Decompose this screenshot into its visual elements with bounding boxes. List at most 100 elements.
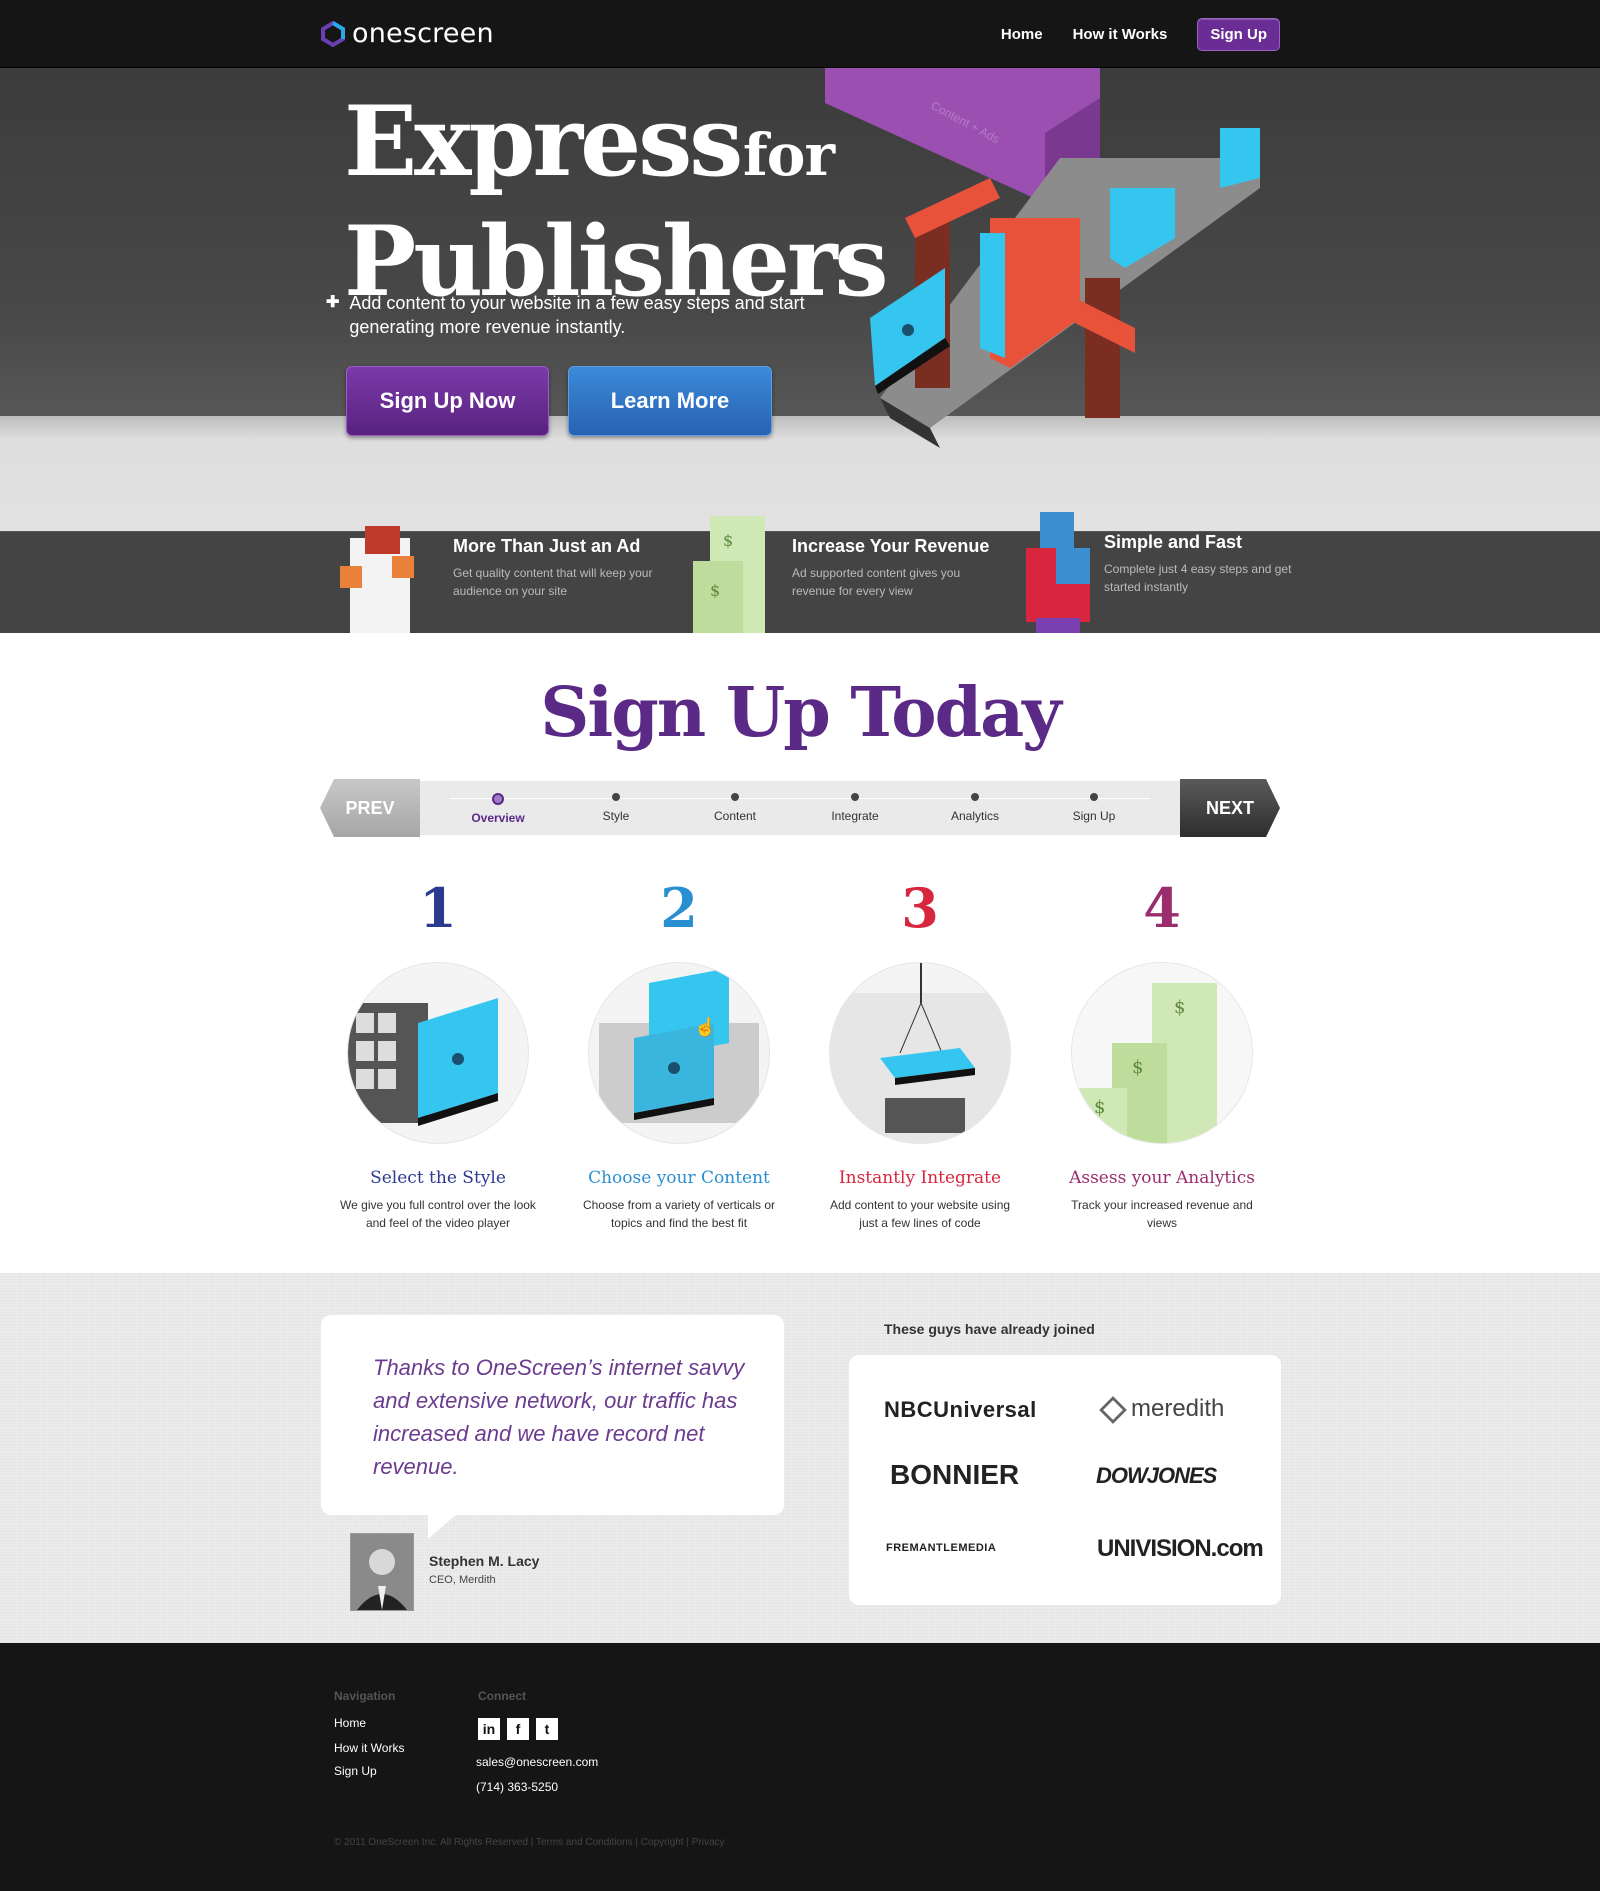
step-sign-up[interactable]: Sign Up bbox=[1044, 793, 1144, 823]
cyan-box-far bbox=[1220, 128, 1260, 188]
feature-title: Simple and Fast bbox=[1104, 532, 1243, 552]
footer-signup-link[interactable]: Sign Up bbox=[334, 1764, 377, 1778]
logo-fremantlemedia[interactable]: FREMANTLEMEDIA bbox=[886, 1542, 996, 1554]
twitter-icon[interactable]: t bbox=[536, 1718, 558, 1740]
learn-more-button[interactable]: Learn More bbox=[568, 366, 772, 436]
footer-phone: (714) 363-5250 bbox=[476, 1780, 559, 1794]
step-label: Overview bbox=[471, 811, 525, 825]
logo-meredith-text: meredith bbox=[1131, 1395, 1225, 1422]
hero-title-express: Express bbox=[344, 85, 743, 198]
footer-home-link[interactable]: Home bbox=[334, 1716, 366, 1730]
avatar bbox=[350, 1533, 414, 1611]
step-text: Choose from a variety of verticals or to… bbox=[582, 1198, 776, 1230]
step-dot bbox=[971, 793, 979, 801]
step-title: Select the Style bbox=[370, 1168, 506, 1188]
feature-increase-revenue: $ $ Increase Your Revenue Ad supported c… bbox=[690, 516, 1020, 633]
partners-heading: These guys have already joined bbox=[884, 1321, 1095, 1337]
feature-text: Complete just 4 easy steps and get start… bbox=[1104, 562, 1292, 594]
step-dot bbox=[612, 793, 620, 801]
step-track: Overview Style Content Integrate Analyti… bbox=[420, 781, 1180, 835]
step-dot bbox=[851, 793, 859, 801]
step-analytics[interactable]: Analytics bbox=[925, 793, 1025, 823]
step-title: Assess your Analytics bbox=[1069, 1168, 1255, 1188]
step-dot bbox=[492, 793, 504, 805]
step-label: Style bbox=[602, 809, 630, 823]
nav-home-link[interactable]: Home bbox=[1001, 26, 1043, 43]
feature-text: Ad supported content gives you revenue f… bbox=[792, 566, 961, 598]
partner-logos: NBCUniversal meredith BONNIER DOWJONES F… bbox=[849, 1355, 1281, 1605]
integrate-illustration bbox=[829, 962, 1011, 1144]
onescreen-logo-icon bbox=[321, 20, 345, 47]
feature-text: Get quality content that will keep your … bbox=[453, 566, 653, 598]
testimonial-role: CEO, Merdith bbox=[429, 1574, 496, 1586]
nav-how-it-works-link[interactable]: How it Works bbox=[1073, 26, 1168, 43]
step-title: Choose your Content bbox=[588, 1168, 770, 1188]
content-illustration: ☝ bbox=[588, 962, 770, 1144]
linkedin-icon[interactable]: in bbox=[478, 1718, 500, 1740]
footer-legal: © 2011 OneScreen Inc. All Rights Reserve… bbox=[334, 1837, 725, 1848]
step-dot bbox=[1090, 793, 1098, 801]
logo-meredith[interactable]: meredith bbox=[1099, 1395, 1224, 1424]
testimonial-band bbox=[0, 1273, 1600, 1643]
conveyor-illustration: Content + Ads bbox=[825, 68, 1260, 448]
step-content[interactable]: Content bbox=[685, 793, 785, 823]
money-stack-icon: $ $ bbox=[693, 516, 765, 633]
how-step-2: 2 ☝ Choose your Content Choose from a va… bbox=[559, 878, 799, 1232]
prev-button[interactable]: PREV bbox=[320, 779, 420, 837]
footer-how-it-works-link[interactable]: How it Works bbox=[334, 1741, 404, 1755]
abc-blocks-icon bbox=[1026, 512, 1090, 633]
step-overview[interactable]: Overview bbox=[448, 793, 548, 825]
plus-icon: ✚ bbox=[326, 294, 340, 311]
feature-title: Increase Your Revenue bbox=[792, 536, 990, 556]
step-label: Analytics bbox=[950, 809, 1000, 823]
hero-floor bbox=[0, 416, 1600, 531]
logo-bonnier[interactable]: BONNIER bbox=[890, 1459, 1019, 1491]
step-text: Track your increased revenue and views bbox=[1071, 1198, 1253, 1230]
step-title: Instantly Integrate bbox=[838, 1168, 1002, 1188]
svg-text:$: $ bbox=[1132, 1057, 1143, 1078]
logo-univision[interactable]: UNIVISION.com bbox=[1097, 1535, 1264, 1563]
signup-title: Sign Up Today bbox=[540, 673, 1061, 753]
step-label: Integrate bbox=[831, 809, 879, 823]
style-illustration bbox=[347, 962, 529, 1144]
brand-name: onescreen bbox=[352, 18, 494, 49]
how-step-1: 1 Select the Style We give you full cont… bbox=[318, 878, 558, 1232]
hero-description-text: Add content to your website in a few eas… bbox=[349, 293, 805, 337]
facebook-icon[interactable]: f bbox=[507, 1718, 529, 1740]
step-style[interactable]: Style bbox=[566, 793, 666, 823]
footer bbox=[0, 1643, 1600, 1891]
nav-signup-button[interactable]: Sign Up bbox=[1197, 18, 1280, 51]
footer-connect-heading: Connect bbox=[478, 1689, 526, 1703]
feature-simple-fast: Simple and Fast Complete just 4 easy ste… bbox=[1022, 512, 1322, 633]
main-nav: Home How it Works Sign Up bbox=[1001, 18, 1280, 51]
step-label: Content bbox=[713, 809, 757, 823]
sign-up-now-button[interactable]: Sign Up Now bbox=[346, 366, 549, 436]
step-number: 1 bbox=[419, 876, 457, 940]
step-dot bbox=[731, 793, 739, 801]
next-button[interactable]: NEXT bbox=[1180, 779, 1280, 837]
step-number: 2 bbox=[660, 876, 698, 940]
feature-more-than-ad: More Than Just an Ad Get quality content… bbox=[330, 516, 660, 633]
footer-nav-heading: Navigation bbox=[334, 1689, 396, 1703]
top-navbar bbox=[0, 0, 1600, 68]
hero-description: ✚ Add content to your website in a few e… bbox=[326, 291, 806, 339]
svg-text:$: $ bbox=[1094, 1097, 1105, 1118]
logo-dowjones[interactable]: DOWJONES bbox=[1096, 1463, 1217, 1489]
ad-pages-icon bbox=[340, 526, 414, 633]
signup-stepper: PREV Overview Style Content Integrate An… bbox=[320, 779, 1280, 837]
step-text: We give you full control over the look a… bbox=[340, 1198, 536, 1230]
step-integrate[interactable]: Integrate bbox=[805, 793, 905, 823]
brand-logo[interactable]: onescreen bbox=[320, 18, 494, 49]
step-number: 3 bbox=[901, 876, 939, 940]
step-label: Sign Up bbox=[1072, 809, 1116, 823]
footer-email-link[interactable]: sales@onescreen.com bbox=[476, 1755, 598, 1769]
logo-nbcuniversal[interactable]: NBCUniversal bbox=[884, 1397, 1037, 1423]
feature-title: More Than Just an Ad bbox=[453, 536, 641, 556]
hand-cursor-icon: ☝ bbox=[694, 1016, 716, 1038]
svg-text:$: $ bbox=[723, 531, 733, 550]
testimonial-quote: Thanks to OneScreen’s internet savvy and… bbox=[373, 1355, 745, 1479]
analytics-illustration: $ $ $ bbox=[1071, 962, 1253, 1144]
gate-top bbox=[905, 178, 1000, 238]
meredith-mark-icon bbox=[1099, 1395, 1127, 1424]
step-text: Add content to your website using just a… bbox=[829, 1198, 1011, 1230]
